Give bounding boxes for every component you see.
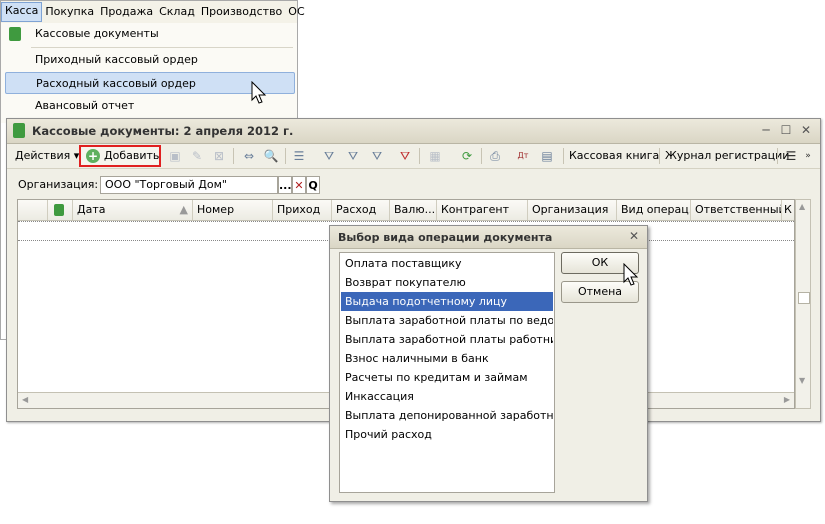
window-icon: [13, 123, 25, 138]
scroll-thumb[interactable]: [798, 292, 810, 304]
column-organization[interactable]: Организация: [528, 200, 617, 220]
toolbar-divider: [659, 148, 660, 164]
list-item[interactable]: Инкассация: [341, 387, 553, 406]
column-k[interactable]: К: [782, 200, 794, 220]
mouse-cursor-icon: [623, 263, 639, 286]
add-button[interactable]: + Добавить: [79, 145, 161, 167]
toolbar-divider: [285, 148, 286, 164]
add-label: Добавить: [104, 149, 160, 162]
column-date[interactable]: Дата ▲: [73, 200, 193, 220]
column-operation-type[interactable]: Вид операц...: [617, 200, 691, 220]
column-responsible[interactable]: Ответственный: [691, 200, 782, 220]
filter-row: Организация: ООО "Торговый Дом" ... ✕ Q: [7, 175, 820, 199]
sort-asc-icon: ▲: [179, 203, 188, 216]
actions-menu-button[interactable]: Действия ▾: [15, 147, 79, 165]
org-field[interactable]: ООО "Торговый Дом": [100, 176, 278, 194]
menu-pokupka[interactable]: Покупка: [42, 3, 97, 21]
list-item[interactable]: Выплата заработной платы по ведомо...: [341, 311, 553, 330]
column-expense[interactable]: Расход: [332, 200, 390, 220]
scroll-down-icon[interactable]: ▼: [799, 376, 805, 385]
menu-os[interactable]: ОС: [285, 3, 307, 21]
org-clear-button[interactable]: ✕: [292, 176, 306, 194]
list-item[interactable]: Возврат покупателю: [341, 273, 553, 292]
print-icon[interactable]: ⎙: [487, 148, 503, 164]
column-currency[interactable]: Валю...: [390, 200, 437, 220]
debit-credit-icon[interactable]: Дт: [515, 148, 531, 164]
org-open-button[interactable]: Q: [306, 176, 320, 194]
operation-type-dialog: Выбор вида операции документа ✕ Оплата п…: [329, 225, 648, 502]
dropdown-item-incoming-order[interactable]: Приходный кассовый ордер: [5, 49, 295, 71]
dropdown-divider: [31, 47, 293, 48]
list-item[interactable]: Выплата депонированной заработной ...: [341, 406, 553, 425]
scroll-right-icon[interactable]: ▶: [784, 395, 790, 404]
vertical-scrollbar[interactable]: ▲ ▼: [795, 199, 811, 409]
menu-kassa[interactable]: Касса: [1, 2, 43, 22]
list-item[interactable]: Взнос наличными в банк: [341, 349, 553, 368]
toolbar-divider: [233, 148, 234, 164]
column-marker: [18, 200, 48, 220]
dialog-titlebar: Выбор вида операции документа ✕: [330, 226, 647, 249]
column-number[interactable]: Номер: [193, 200, 273, 220]
kassa-dropdown: Кассовые документы Приходный кассовый ор…: [1, 23, 297, 123]
menu-sklad[interactable]: Склад: [156, 3, 198, 21]
list-item[interactable]: Расчеты по кредитам и займам: [341, 368, 553, 387]
more-icon[interactable]: »: [803, 148, 813, 164]
operation-list[interactable]: Оплата поставщику Возврат покупателю Выд…: [339, 252, 555, 493]
list-item-selected[interactable]: Выдача подотчетному лицу: [341, 292, 553, 311]
filter-list-icon[interactable]: ⛛: [369, 148, 385, 164]
mouse-cursor-icon: [251, 81, 267, 104]
filter-icon[interactable]: ⛛: [321, 148, 337, 164]
menu-prodazha[interactable]: Продажа: [97, 3, 156, 21]
toolbar-divider: [481, 148, 482, 164]
list-item[interactable]: Выплата заработной платы работнику: [341, 330, 553, 349]
edit-icon[interactable]: ✎: [189, 148, 205, 164]
period-icon[interactable]: ⇔: [241, 148, 257, 164]
registration-journal-button[interactable]: Журнал регистрации: [665, 147, 789, 165]
toolbar: Действия ▾ + Добавить ▣ ✎ ⊠ ⇔ 🔍 ☰ ⛛ ⛛ ⛛ …: [7, 144, 820, 169]
window-titlebar: Кассовые документы: 2 апреля 2012 г. ─ ☐…: [7, 119, 820, 144]
clear-filter-icon[interactable]: ⛛: [397, 148, 413, 164]
refresh-icon[interactable]: ⟳: [459, 148, 475, 164]
filter-value-icon[interactable]: ⛛: [345, 148, 361, 164]
column-date-label: Дата: [77, 203, 106, 216]
list-item[interactable]: Оплата поставщику: [341, 254, 553, 273]
minimize-button[interactable]: ─: [759, 123, 773, 137]
delete-icon[interactable]: ⊠: [211, 148, 227, 164]
maximize-button[interactable]: ☐: [779, 123, 793, 137]
plus-icon: +: [86, 149, 100, 163]
actions-label: Действия: [15, 149, 71, 162]
structure-icon[interactable]: ▦: [427, 148, 443, 164]
doc-status-icon: [48, 200, 73, 220]
list-item[interactable]: Прочий расход: [341, 425, 553, 444]
column-counterparty[interactable]: Контрагент: [437, 200, 528, 220]
column-income[interactable]: Приход: [273, 200, 332, 220]
scroll-up-icon[interactable]: ▲: [799, 202, 805, 211]
window-title: Кассовые документы: 2 апреля 2012 г.: [32, 124, 294, 138]
table-header: Дата ▲ Номер Приход Расход Валю... Контра…: [18, 200, 794, 221]
menu-proizvodstvo[interactable]: Производство: [198, 3, 285, 21]
menu-icon[interactable]: ☰: [783, 148, 799, 164]
close-button[interactable]: ✕: [799, 123, 813, 137]
dialog-close-button[interactable]: ✕: [629, 229, 639, 243]
cash-book-button[interactable]: Кассовая книга: [569, 147, 659, 165]
sort-icon[interactable]: ☰: [291, 148, 307, 164]
org-select-button[interactable]: ...: [278, 176, 292, 194]
org-label: Организация:: [18, 178, 99, 191]
toolbar-divider: [419, 148, 420, 164]
dialog-title: Выбор вида операции документа: [338, 231, 553, 244]
dropdown-item-cash-docs[interactable]: Кассовые документы: [5, 23, 295, 45]
scroll-left-icon[interactable]: ◀: [22, 395, 28, 404]
search-icon[interactable]: 🔍: [263, 148, 279, 164]
toolbar-divider: [777, 148, 778, 164]
report-icon[interactable]: ▤: [539, 148, 555, 164]
copy-icon[interactable]: ▣: [167, 148, 183, 164]
menubar: Касса Покупка Продажа Склад Производство…: [1, 1, 305, 24]
toolbar-divider: [563, 148, 564, 164]
